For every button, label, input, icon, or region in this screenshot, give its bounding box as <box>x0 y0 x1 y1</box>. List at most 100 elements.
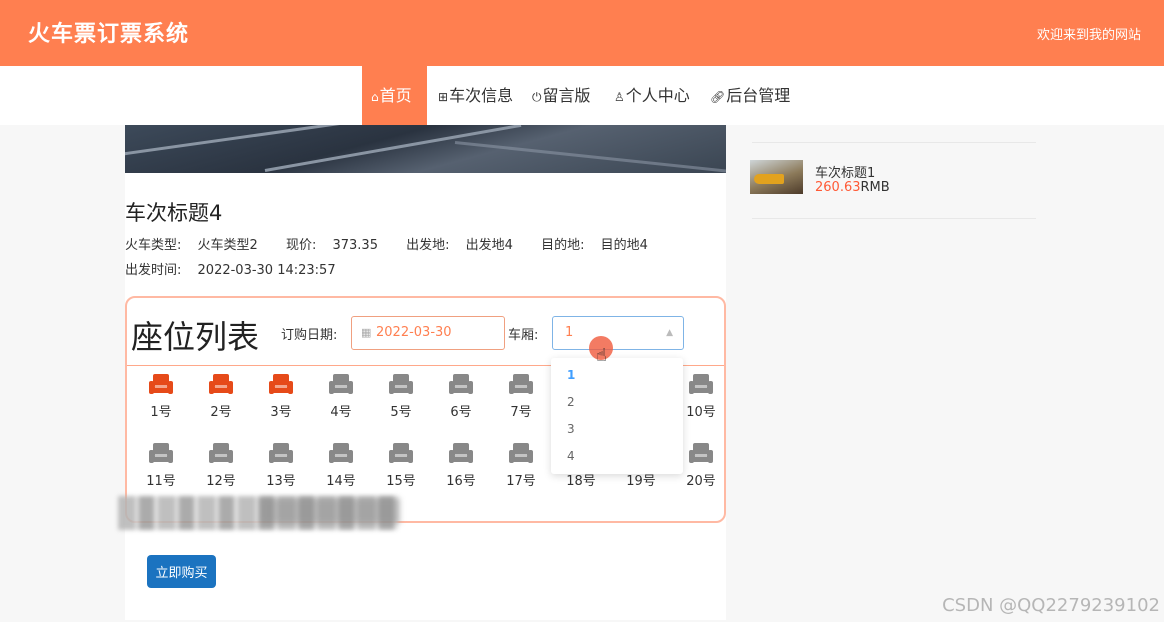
sidebar-item-title[interactable]: 车次标题1 <box>815 162 875 181</box>
armchair-icon <box>689 443 713 463</box>
buy-now-button[interactable]: 立即购买 <box>147 555 216 588</box>
welcome-text: 欢迎来到我的网站 <box>1036 28 1141 43</box>
seat-item[interactable]: 4号 <box>321 373 361 420</box>
seat-number: 17号 <box>506 474 536 489</box>
user-icon: ♙ <box>614 90 625 104</box>
train-thumbnail[interactable] <box>750 160 803 194</box>
calendar-icon: ▦ <box>361 326 372 339</box>
seat-number: 4号 <box>330 405 352 420</box>
armchair-icon <box>329 374 353 394</box>
nav-admin[interactable]: 🔗︎后台管理 <box>710 66 790 125</box>
seat-item[interactable]: 2号 <box>201 373 241 420</box>
train-banner-image <box>125 125 726 173</box>
seat-item[interactable]: 13号 <box>261 442 301 489</box>
nav-personal-label: 个人中心 <box>625 86 690 105</box>
from-label: 出发地: <box>406 238 450 253</box>
price-value: 373.35 <box>332 238 378 253</box>
time-value: 2022-03-30 14:23:57 <box>197 263 336 278</box>
type-label: 火车类型: <box>125 238 182 253</box>
order-date-value: 2022-03-30 <box>376 325 452 340</box>
armchair-icon <box>269 443 293 463</box>
armchair-icon <box>689 374 713 394</box>
site-title: 火车票订票系统 <box>28 22 190 47</box>
order-date-label: 订购日期: <box>281 328 338 343</box>
car-option[interactable]: 4 <box>567 449 575 463</box>
seat-item[interactable]: 6号 <box>441 373 481 420</box>
home-icon: ⌂ <box>371 90 379 104</box>
from-value: 出发地4 <box>465 238 513 253</box>
hand-cursor-icon: ☝ <box>596 345 607 366</box>
seat-item[interactable]: 10号 <box>681 373 721 420</box>
seat-number: 3号 <box>270 405 292 420</box>
type-value: 火车类型2 <box>197 238 258 253</box>
main-nav: ⌂首页 ⊞车次信息 ⏻留言版 ♙个人中心 🔗︎后台管理 <box>0 66 1164 125</box>
car-option[interactable]: 2 <box>567 395 575 409</box>
armchair-icon <box>329 443 353 463</box>
car-option[interactable]: 3 <box>567 422 575 436</box>
seat-number: 16号 <box>446 474 476 489</box>
car-select[interactable]: 1 ▲ <box>552 316 684 350</box>
seat-item[interactable]: 12号 <box>201 442 241 489</box>
seat-item[interactable]: 1号 <box>141 373 181 420</box>
sidebar-recommend: 车次标题1 260.63RMB <box>750 125 1036 620</box>
seat-number: 12号 <box>206 474 236 489</box>
nav-train-info[interactable]: ⊞车次信息 <box>438 66 513 125</box>
seat-number: 11号 <box>146 474 176 489</box>
seat-number: 5号 <box>390 405 412 420</box>
seat-number: 13号 <box>266 474 296 489</box>
seat-item[interactable]: 20号 <box>681 442 721 489</box>
chevron-up-icon: ▲ <box>666 328 673 338</box>
seat-item[interactable]: 16号 <box>441 442 481 489</box>
sidebar-divider <box>752 218 1036 219</box>
order-date-input[interactable]: ▦ 2022-03-30 <box>351 316 505 350</box>
car-select-value: 1 <box>565 325 574 340</box>
to-label: 目的地: <box>541 238 585 253</box>
seat-list-title: 座位列表 <box>131 318 260 356</box>
seat-number: 7号 <box>510 405 532 420</box>
seat-item[interactable]: 7号 <box>501 373 541 420</box>
power-icon: ⏻ <box>532 90 542 104</box>
armchair-icon <box>509 374 533 394</box>
grid-icon: ⊞ <box>438 90 449 104</box>
armchair-icon <box>209 443 233 463</box>
armchair-icon <box>389 374 413 394</box>
nav-home-label: 首页 <box>379 86 412 105</box>
to-value: 目的地4 <box>600 238 648 253</box>
time-label: 出发时间: <box>125 263 182 278</box>
nav-home[interactable]: ⌂首页 <box>362 66 427 125</box>
seat-number: 14号 <box>326 474 356 489</box>
armchair-icon <box>269 374 293 394</box>
seat-item[interactable]: 17号 <box>501 442 541 489</box>
nav-messages[interactable]: ⏻留言版 <box>532 66 591 125</box>
seat-number: 6号 <box>450 405 472 420</box>
departure-line: 出发时间: 2022-03-30 14:23:57 <box>125 259 360 278</box>
price-unit: RMB <box>860 180 890 195</box>
link-icon: 🔗︎ <box>710 90 726 104</box>
sidebar-item-price: 260.63RMB <box>815 180 890 195</box>
armchair-icon <box>389 443 413 463</box>
train-title: 车次标题4 <box>125 201 223 225</box>
price-number: 260.63 <box>815 180 861 195</box>
seat-number: 10号 <box>686 405 716 420</box>
seat-item[interactable]: 5号 <box>381 373 421 420</box>
car-option[interactable]: 1 <box>567 368 575 382</box>
nav-personal[interactable]: ♙个人中心 <box>614 66 690 125</box>
nav-train-info-label: 车次信息 <box>449 86 514 105</box>
seat-number: 1号 <box>150 405 172 420</box>
seat-item[interactable]: 15号 <box>381 442 421 489</box>
blurred-overlay <box>260 498 400 524</box>
car-dropdown: 1 2 3 4 <box>551 358 683 474</box>
train-info-line: 火车类型: 火车类型2 现价: 373.35 出发地: 出发地4 目的地: 目的… <box>125 234 672 253</box>
armchair-icon <box>509 443 533 463</box>
seat-number: 20号 <box>686 474 716 489</box>
price-label: 现价: <box>285 238 317 253</box>
sidebar-divider <box>752 142 1036 143</box>
seat-item[interactable]: 14号 <box>321 442 361 489</box>
nav-messages-label: 留言版 <box>542 86 591 105</box>
seat-item[interactable]: 3号 <box>261 373 301 420</box>
car-label: 车厢: <box>508 328 539 343</box>
seat-number: 15号 <box>386 474 416 489</box>
top-header: 火车票订票系统 欢迎来到我的网站 <box>0 0 1164 66</box>
armchair-icon <box>209 374 233 394</box>
seat-item[interactable]: 11号 <box>141 442 181 489</box>
